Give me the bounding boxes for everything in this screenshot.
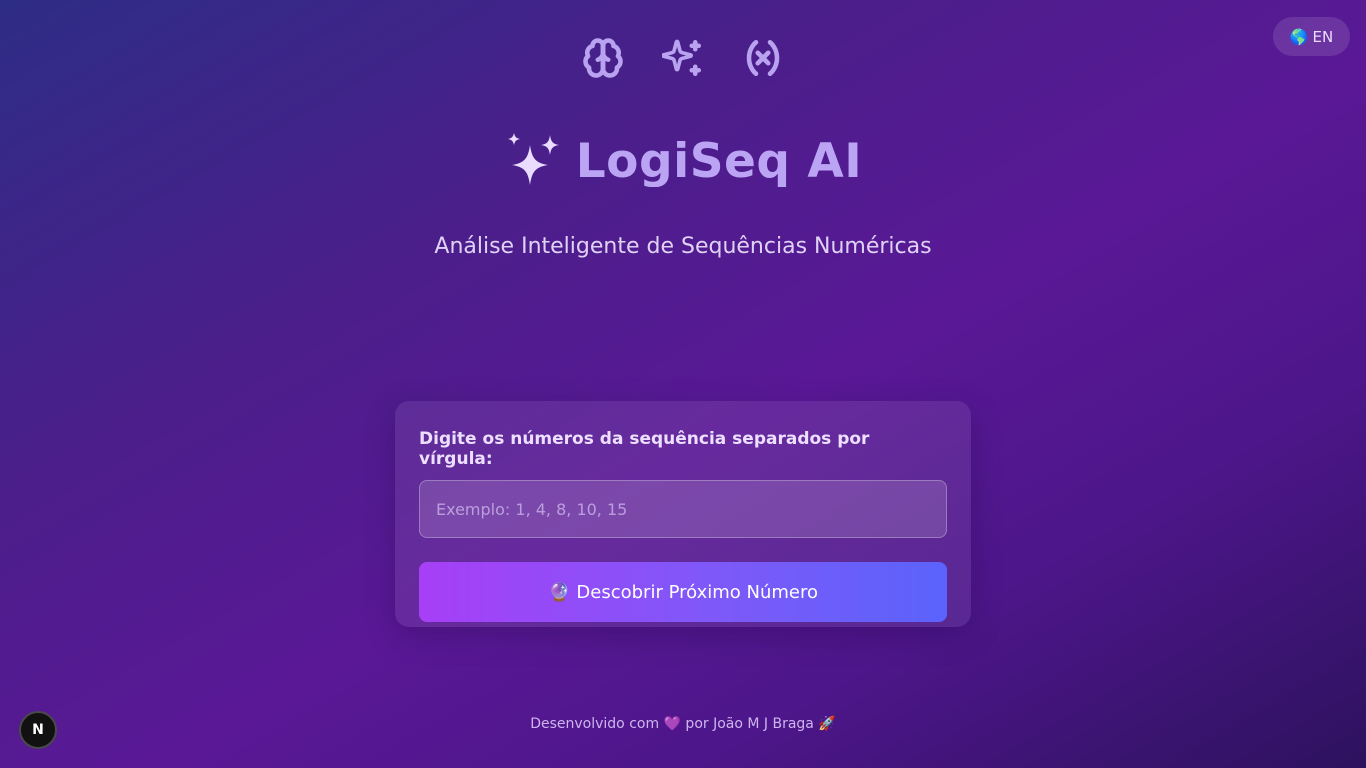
crystal-ball-icon: 🔮 [547, 581, 571, 603]
app-name: LogiSeq AI [575, 134, 863, 187]
language-toggle-button[interactable]: 🌎 EN [1273, 17, 1350, 56]
page-subtitle: Análise Inteligente de Sequências Numéri… [434, 234, 932, 259]
discover-button-label: Descobrir Próximo Número [576, 581, 818, 603]
brain-icon [582, 32, 624, 84]
sequence-input[interactable] [419, 480, 947, 538]
header-icons [0, 32, 1366, 84]
footer-credit: Desenvolvido com 💜 por João M J Braga 🚀 [530, 716, 836, 732]
discover-next-number-button[interactable]: 🔮 Descobrir Próximo Número [419, 562, 947, 622]
page-title: LogiSeq AI [0, 128, 1366, 190]
dev-badge-letter: N [32, 722, 44, 738]
variable-icon [742, 32, 784, 84]
sparkles-icon [662, 32, 704, 84]
dev-tools-badge[interactable]: N [19, 711, 57, 749]
sequence-input-label: Digite os números da sequência separados… [419, 429, 870, 469]
sparkles-icon [507, 133, 559, 185]
sequence-form-card: Digite os números da sequência separados… [395, 401, 971, 627]
globe-icon: 🌎 [1289, 27, 1309, 46]
language-label: EN [1312, 27, 1334, 46]
